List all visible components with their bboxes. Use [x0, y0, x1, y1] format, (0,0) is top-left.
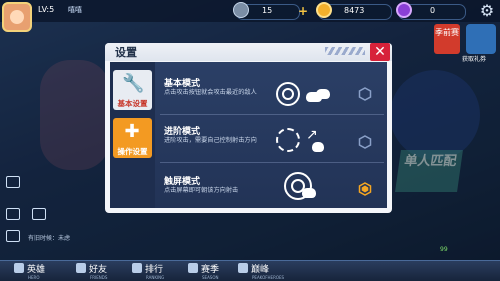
tab-label: 操作设置 — [117, 147, 148, 156]
nav-sub-label: PEAKOFHEROES — [252, 275, 285, 280]
close-button[interactable]: ✕ — [370, 43, 390, 61]
hero-icon — [14, 263, 24, 273]
peak-icon — [238, 263, 248, 273]
season-button[interactable]: 季前赛 — [434, 24, 460, 54]
player-level: LV:5 — [38, 5, 55, 14]
mode-desc-advanced: 进阶攻击，需要自己控制射击方向 — [164, 137, 257, 144]
gem-icon — [233, 2, 249, 18]
advanced-mode-illustration: ↗ — [276, 126, 346, 156]
nav-label: 英雄 — [27, 265, 46, 275]
nav-sub-label: HERO — [28, 275, 40, 280]
chat-icon[interactable] — [6, 230, 20, 242]
mode-title-basic: 基本模式 — [164, 79, 201, 89]
touch-mode-illustration — [282, 170, 352, 200]
nav-label: 赛季 — [201, 265, 220, 275]
nav-sub-label: FRIENDS — [90, 275, 108, 280]
basic-mode-illustration — [276, 80, 346, 110]
orb-count: 0 — [430, 6, 436, 15]
divider — [160, 162, 384, 163]
nav-sub-label: SEASON — [202, 275, 219, 280]
season-icon — [188, 263, 198, 273]
divider — [160, 114, 384, 115]
battery-status: 99 — [440, 246, 448, 253]
coin-count: 8473 — [344, 6, 365, 15]
nav-label: 巅峰 — [251, 265, 270, 275]
mode-desc-touch: 点击屏幕即可朝该方向射击 — [164, 187, 239, 194]
tab-control-settings[interactable]: ✚ 操作设置 — [113, 118, 152, 158]
mode-desc-basic: 点击攻击按钮就会攻击最近的敌人 — [164, 89, 257, 96]
orb-icon — [396, 2, 412, 18]
player-name: 嘻嘻 — [68, 6, 82, 14]
mail-icon[interactable] — [6, 208, 20, 220]
avatar[interactable] — [2, 2, 32, 32]
nav-sub-label: RANKING — [146, 275, 165, 280]
book-icon[interactable] — [32, 208, 46, 220]
radio-advanced-mode[interactable] — [358, 135, 372, 149]
gun-icon[interactable] — [6, 176, 20, 188]
plus-icon: ✚ — [124, 121, 140, 142]
dialog-title: 设置 — [115, 46, 137, 59]
nav-label: 排行 — [145, 265, 164, 275]
mode-title-advanced: 进阶模式 — [164, 127, 201, 137]
tab-basic-settings[interactable]: 🔧 基本设置 — [113, 70, 152, 110]
ranking-icon — [132, 263, 142, 273]
chat-message: 有旧时候：未虑 — [28, 235, 71, 242]
gear-icon[interactable]: ⚙ — [478, 2, 496, 20]
mode-title-touch: 触屏模式 — [164, 177, 201, 187]
wrench-icon: 🔧 — [122, 73, 145, 94]
gift-icon[interactable] — [466, 24, 496, 54]
add-gems-button[interactable]: + — [298, 4, 308, 18]
nav-label: 好友 — [89, 265, 108, 275]
coin-icon — [316, 2, 332, 18]
gem-count: 15 — [262, 6, 273, 15]
radio-basic-mode[interactable] — [358, 87, 372, 101]
header-stripes — [325, 47, 365, 55]
friends-icon — [76, 263, 86, 273]
gift-label: 获取礼券 — [462, 56, 487, 63]
tab-label: 基本设置 — [117, 99, 148, 108]
radio-touch-mode[interactable] — [358, 182, 372, 196]
